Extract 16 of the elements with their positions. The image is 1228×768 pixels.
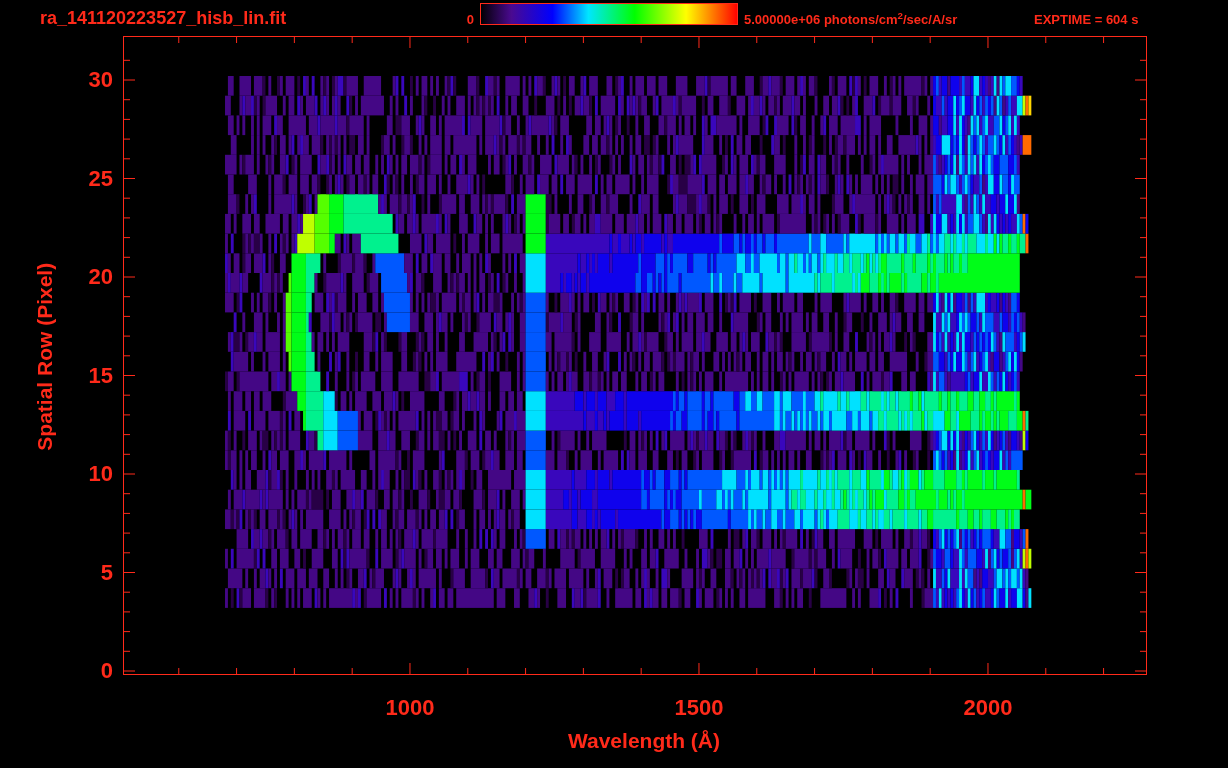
y-tick-label: 10 [88,463,113,485]
y-tick-label: 15 [88,364,113,387]
x-tick-label: 1000 [384,697,436,719]
y-tick-label: 20 [88,266,113,288]
colorbar-min-label: 0 [465,11,475,30]
y-tick-label: 30 [88,69,113,91]
x-tick-label: 1500 [673,697,725,719]
y-axis-label: Spatial Row (Pixel) [32,261,58,452]
file-title: ra_141120223527_hisb_lin.fit [40,6,288,30]
y-tick-label: 5 [100,561,113,584]
y-tick-label: 0 [100,660,113,682]
colorbar-max-label: 5.00000e+06 photons/cm$^{2}$/sec/A/sr [744,10,959,30]
exposure-time: EXPTIME = 604 s [1034,11,1139,30]
y-tick-label: 25 [88,167,113,190]
x-axis-label: Wavelength (Å) [567,728,721,754]
x-tick-label: 2000 [962,697,1014,719]
